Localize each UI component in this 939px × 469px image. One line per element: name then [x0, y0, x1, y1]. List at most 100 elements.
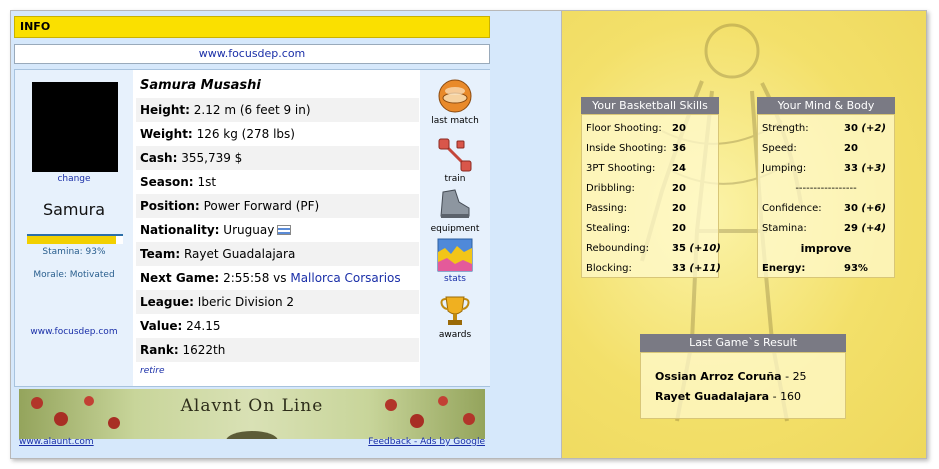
confidence-value: 30 (+6)	[844, 199, 886, 219]
team2-score: 160	[780, 390, 802, 403]
season-value: 1st	[197, 175, 217, 189]
skill-value: 20	[672, 219, 686, 239]
detail-league: League: Iberic Division 2	[136, 290, 419, 314]
nav-last-match[interactable]: last match	[420, 78, 490, 126]
detail-team: Team: Rayet Guadalajara	[136, 242, 419, 266]
mind-energy: Energy: 93%	[762, 259, 868, 279]
team-label: Team:	[140, 247, 181, 261]
skill-label: Blocking:	[586, 263, 632, 274]
team1-score: 25	[792, 370, 807, 383]
skills-title: Your Basketball Skills	[592, 99, 708, 112]
cash-value: 355,739 $	[181, 151, 243, 165]
morale-text: Morale: Motivated	[33, 270, 115, 280]
skill-passing: Passing: 20	[586, 199, 686, 219]
skill-value-number: 35	[672, 243, 686, 254]
skill-bonus: (+11)	[689, 263, 721, 274]
ads-feedback-link[interactable]: Feedback - Ads by Google	[368, 437, 485, 447]
skill-label: Dribbling:	[586, 183, 635, 194]
confidence-bonus: (+6)	[861, 203, 886, 214]
strength-value: 30 (+2)	[844, 119, 886, 139]
info-header: INFO	[14, 16, 490, 38]
uruguay-flag-icon	[277, 225, 292, 235]
ad-banner[interactable]: Alavnt On Line	[19, 389, 485, 439]
nav-stats[interactable]: stats	[420, 238, 490, 284]
skill-label: 3PT Shooting:	[586, 163, 656, 174]
detail-next-game: Next Game: 2:55:58 vs Mallorca Corsarios	[136, 266, 419, 290]
stamina-text: Stamina: 93%	[42, 247, 106, 257]
nav-train-label: train	[444, 174, 466, 184]
position-label: Position:	[140, 199, 200, 213]
retire-link[interactable]: retire	[136, 366, 419, 376]
nationality-value: Uruguay	[223, 223, 275, 237]
shoe-icon	[440, 189, 470, 218]
avatar-column: change Samura Stamina: 93% Morale: Motiv…	[15, 70, 133, 386]
nationality-label: Nationality:	[140, 223, 220, 237]
rank-value: 1622th	[182, 343, 226, 357]
speed-label: Speed:	[762, 143, 797, 154]
last-game-team1: Ossian Arroz Coruña - 25	[655, 367, 807, 387]
skill-value: 35 (+10)	[672, 239, 721, 259]
stamina-number: 29	[844, 223, 858, 234]
player-panel: change Samura Stamina: 93% Morale: Motiv…	[14, 69, 490, 387]
team1-separator: -	[781, 370, 793, 383]
mind-stamina: Stamina: 29 (+4)	[762, 219, 886, 239]
trophy-icon	[440, 296, 470, 325]
skill-value: 36	[672, 139, 686, 159]
focusdep-link[interactable]: www.focusdep.com	[15, 327, 133, 337]
skill-3pt-shooting: 3PT Shooting: 24	[586, 159, 686, 179]
change-avatar-link[interactable]: change	[15, 174, 133, 184]
skills-header: Your Basketball Skills	[581, 97, 719, 114]
dumbbell-icon	[438, 138, 472, 172]
detail-value: Value: 24.15	[136, 314, 419, 338]
skill-value-number: 33	[672, 263, 686, 274]
stats-panel: Your Basketball Skills Floor Shooting: 20…	[561, 11, 926, 458]
player-name: Samura	[42, 200, 106, 219]
game-window: INFO www.focusdep.com change Samura Stam…	[10, 10, 927, 459]
opponent-link[interactable]: Mallorca Corsarios	[290, 271, 400, 285]
league-value: Iberic Division 2	[197, 295, 294, 309]
cash-label: Cash:	[140, 151, 178, 165]
jumping-bonus: (+3)	[861, 163, 886, 174]
strength-label: Strength:	[762, 123, 809, 134]
stamina-label: Stamina:	[762, 223, 807, 234]
last-game-header: Last Game`s Result	[640, 334, 846, 352]
nav-train[interactable]: train	[420, 138, 490, 184]
skill-inside-shooting: Inside Shooting: 36	[586, 139, 686, 159]
player-details: Samura Musashi Height: 2.12 m (6 feet 9 …	[136, 74, 419, 376]
last-game-title: Last Game`s Result	[689, 336, 797, 349]
left-column: INFO www.focusdep.com change Samura Stam…	[11, 11, 561, 458]
detail-weight: Weight: 126 kg (278 lbs)	[136, 122, 419, 146]
team1-name: Ossian Arroz Coruña	[655, 370, 782, 383]
team-value: Rayet Guadalajara	[183, 247, 296, 261]
skill-value: 20	[672, 199, 686, 219]
nav-icons: last match train equipment stats awards	[420, 70, 490, 386]
alaunt-link[interactable]: www.alaunt.com	[19, 437, 94, 447]
mind-body-title: Your Mind & Body	[777, 99, 875, 112]
energy-value: 93%	[844, 259, 868, 279]
nav-last-match-label: last match	[431, 116, 479, 126]
nav-awards[interactable]: awards	[420, 294, 490, 340]
confidence-label: Confidence:	[762, 203, 822, 214]
next-game-vs: vs	[273, 271, 287, 285]
detail-height: Height: 2.12 m (6 feet 9 in)	[136, 98, 419, 122]
skill-value: 24	[672, 159, 686, 179]
jumping-label: Jumping:	[762, 163, 807, 174]
strength-bonus: (+2)	[861, 123, 886, 134]
ball-icon	[438, 79, 472, 113]
mind-divider: -----------------	[795, 183, 857, 194]
banner-title: Alavnt On Line	[180, 396, 324, 416]
last-game-box: Ossian Arroz Coruña - 25 Rayet Guadalaja…	[640, 352, 846, 419]
banner-footer: www.alaunt.com Feedback - Ads by Google	[19, 437, 485, 449]
improve-link[interactable]: improve	[758, 239, 894, 259]
skill-blocking: Blocking: 33 (+11)	[586, 259, 721, 279]
site-url-bar[interactable]: www.focusdep.com	[14, 44, 490, 64]
site-url-link[interactable]: www.focusdep.com	[199, 47, 306, 60]
stats-chart-icon	[437, 238, 473, 272]
skills-box: Floor Shooting: 20 Inside Shooting: 36 3PT…	[581, 114, 721, 279]
mind-strength: Strength: 30 (+2)	[762, 119, 886, 139]
energy-number: 93%	[844, 263, 868, 274]
nav-stats-label: stats	[444, 274, 466, 284]
stamina-bar	[27, 234, 123, 244]
detail-rank: Rank: 1622th	[136, 338, 419, 362]
nav-equipment[interactable]: equipment	[420, 188, 490, 234]
